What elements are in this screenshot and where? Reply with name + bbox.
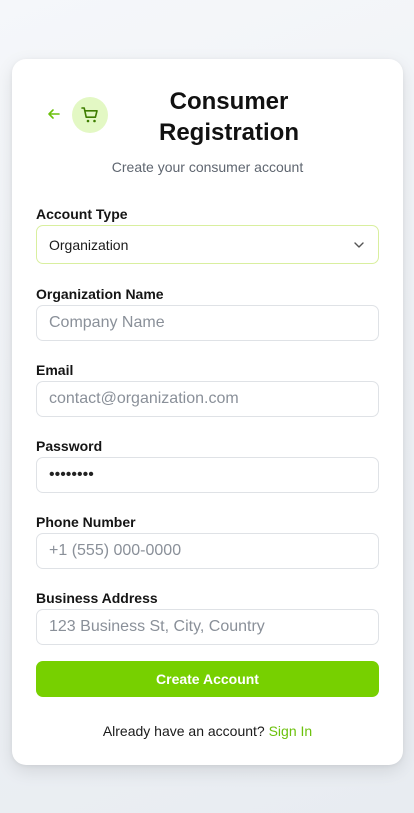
signin-prompt: Already have an account? Sign In: [12, 723, 403, 739]
organization-name-input[interactable]: [36, 305, 379, 341]
phone-input[interactable]: [36, 533, 379, 569]
logo-badge: [72, 97, 108, 133]
organization-name-label: Organization Name: [36, 286, 164, 302]
back-button[interactable]: [46, 106, 62, 122]
address-input[interactable]: [36, 609, 379, 645]
phone-label: Phone Number: [36, 514, 136, 530]
email-label: Email: [36, 362, 74, 378]
account-type-select[interactable]: Organization: [36, 225, 379, 264]
page-subtitle: Create your consumer account: [111, 159, 304, 175]
email-input[interactable]: [36, 381, 379, 417]
registration-card: Consumer Registration Create your consum…: [12, 59, 403, 765]
chevron-down-icon: [352, 238, 366, 252]
password-input[interactable]: [36, 457, 379, 493]
signin-prompt-text: Already have an account?: [102, 723, 265, 739]
account-type-label: Account Type: [36, 206, 128, 222]
shopping-cart-icon: [81, 107, 98, 123]
create-account-button[interactable]: Create Account: [36, 661, 379, 697]
arrow-left-icon: [48, 109, 60, 119]
page-title: Consumer Registration: [158, 88, 299, 146]
account-type-value: Organization: [49, 236, 129, 253]
address-label: Business Address: [36, 590, 158, 606]
sign-in-link[interactable]: Sign In: [269, 723, 313, 739]
password-label: Password: [36, 438, 103, 454]
